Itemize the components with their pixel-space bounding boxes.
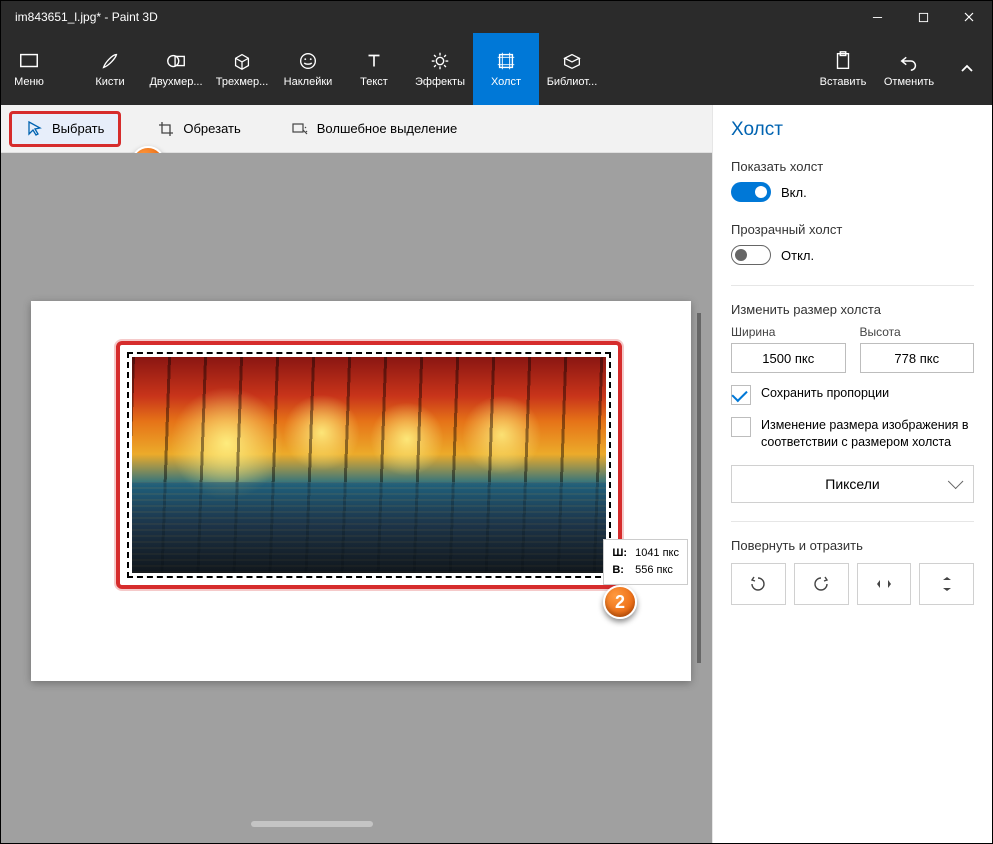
- window-controls: [854, 1, 992, 33]
- library-button[interactable]: Библиот...: [539, 33, 605, 105]
- horizontal-scrollbar[interactable]: [251, 821, 373, 827]
- menu-button[interactable]: Меню: [1, 33, 57, 105]
- width-input[interactable]: 1500 пкс: [731, 343, 846, 373]
- minimize-button[interactable]: [854, 1, 900, 33]
- height-input[interactable]: 778 пкс: [860, 343, 975, 373]
- magic-label: Волшебное выделение: [317, 121, 458, 136]
- shapes2d-button[interactable]: Двухмер...: [143, 33, 209, 105]
- vertical-scrollbar[interactable]: [697, 313, 701, 663]
- canvas-viewport: Ш:1041 пкс В:556 пкс 2: [1, 153, 712, 843]
- undo-button[interactable]: Отменить: [876, 33, 942, 105]
- effects-label: Эффекты: [415, 76, 465, 88]
- image-content: [132, 357, 606, 573]
- brushes-label: Кисти: [95, 76, 124, 88]
- cursor-icon: [26, 120, 44, 138]
- toggle-on-text: Вкл.: [781, 185, 807, 200]
- stickers-label: Наклейки: [284, 76, 333, 88]
- crop-tool[interactable]: Обрезать: [143, 114, 254, 144]
- lock-aspect-checkbox[interactable]: [731, 385, 751, 405]
- annotation-marker-2: 2: [603, 585, 637, 619]
- divider: [731, 521, 974, 522]
- units-dropdown[interactable]: Пиксели: [731, 465, 974, 503]
- undo-label: Отменить: [884, 76, 934, 88]
- collapse-ribbon-button[interactable]: [942, 33, 992, 105]
- toggle-off-text: Откл.: [781, 248, 814, 263]
- menu-label: Меню: [14, 76, 44, 88]
- resize-image-checkbox[interactable]: [731, 417, 751, 437]
- divider: [731, 285, 974, 286]
- selection-marquee[interactable]: [127, 352, 611, 578]
- annotation-highlight-2: Ш:1041 пкс В:556 пкс: [116, 341, 622, 589]
- text-label: Текст: [360, 76, 388, 88]
- select-tool[interactable]: Выбрать: [9, 111, 121, 147]
- library-label: Библиот...: [547, 76, 598, 88]
- resize-image-label: Изменение размера изображения в соответс…: [761, 417, 974, 451]
- select-label: Выбрать: [52, 121, 104, 136]
- width-label: Ширина: [731, 325, 846, 339]
- units-value: Пиксели: [825, 476, 879, 492]
- maximize-button[interactable]: [900, 1, 946, 33]
- ribbon: Меню Кисти Двухмер... Трехмер... Наклейк…: [1, 33, 992, 105]
- transparent-canvas-toggle[interactable]: [731, 245, 771, 265]
- stickers-button[interactable]: Наклейки: [275, 33, 341, 105]
- flip-horizontal-button[interactable]: [857, 563, 912, 605]
- magic-select-tool[interactable]: Волшебное выделение: [277, 114, 472, 144]
- paste-label: Вставить: [820, 76, 867, 88]
- effects-button[interactable]: Эффекты: [407, 33, 473, 105]
- show-canvas-label: Показать холст: [731, 159, 974, 174]
- canvas-button[interactable]: Холст: [473, 33, 539, 105]
- crop-label: Обрезать: [183, 121, 240, 136]
- shapes3d-label: Трехмер...: [216, 76, 269, 88]
- window-title: im843651_l.jpg* - Paint 3D: [15, 10, 854, 24]
- rotate-right-button[interactable]: [794, 563, 849, 605]
- panel-title: Холст: [731, 119, 974, 141]
- close-button[interactable]: [946, 1, 992, 33]
- crop-icon: [157, 120, 175, 138]
- transparent-canvas-label: Прозрачный холст: [731, 222, 974, 237]
- side-panel: Холст Показать холст Вкл. Прозрачный хол…: [712, 105, 992, 843]
- height-label: Высота: [860, 325, 975, 339]
- text-button[interactable]: Текст: [341, 33, 407, 105]
- show-canvas-toggle[interactable]: [731, 182, 771, 202]
- paste-button[interactable]: Вставить: [810, 33, 876, 105]
- titlebar: im843651_l.jpg* - Paint 3D: [1, 1, 992, 33]
- selection-size-tooltip: Ш:1041 пкс В:556 пкс: [603, 539, 688, 585]
- lock-aspect-label: Сохранить пропорции: [761, 385, 889, 402]
- shapes3d-button[interactable]: Трехмер...: [209, 33, 275, 105]
- resize-canvas-label: Изменить размер холста: [731, 302, 974, 317]
- rotate-label: Повернуть и отразить: [731, 538, 974, 553]
- shapes2d-label: Двухмер...: [149, 76, 202, 88]
- canvas-label: Холст: [491, 76, 521, 88]
- flip-vertical-button[interactable]: [919, 563, 974, 605]
- brushes-button[interactable]: Кисти: [77, 33, 143, 105]
- magic-icon: [291, 120, 309, 138]
- rotate-left-button[interactable]: [731, 563, 786, 605]
